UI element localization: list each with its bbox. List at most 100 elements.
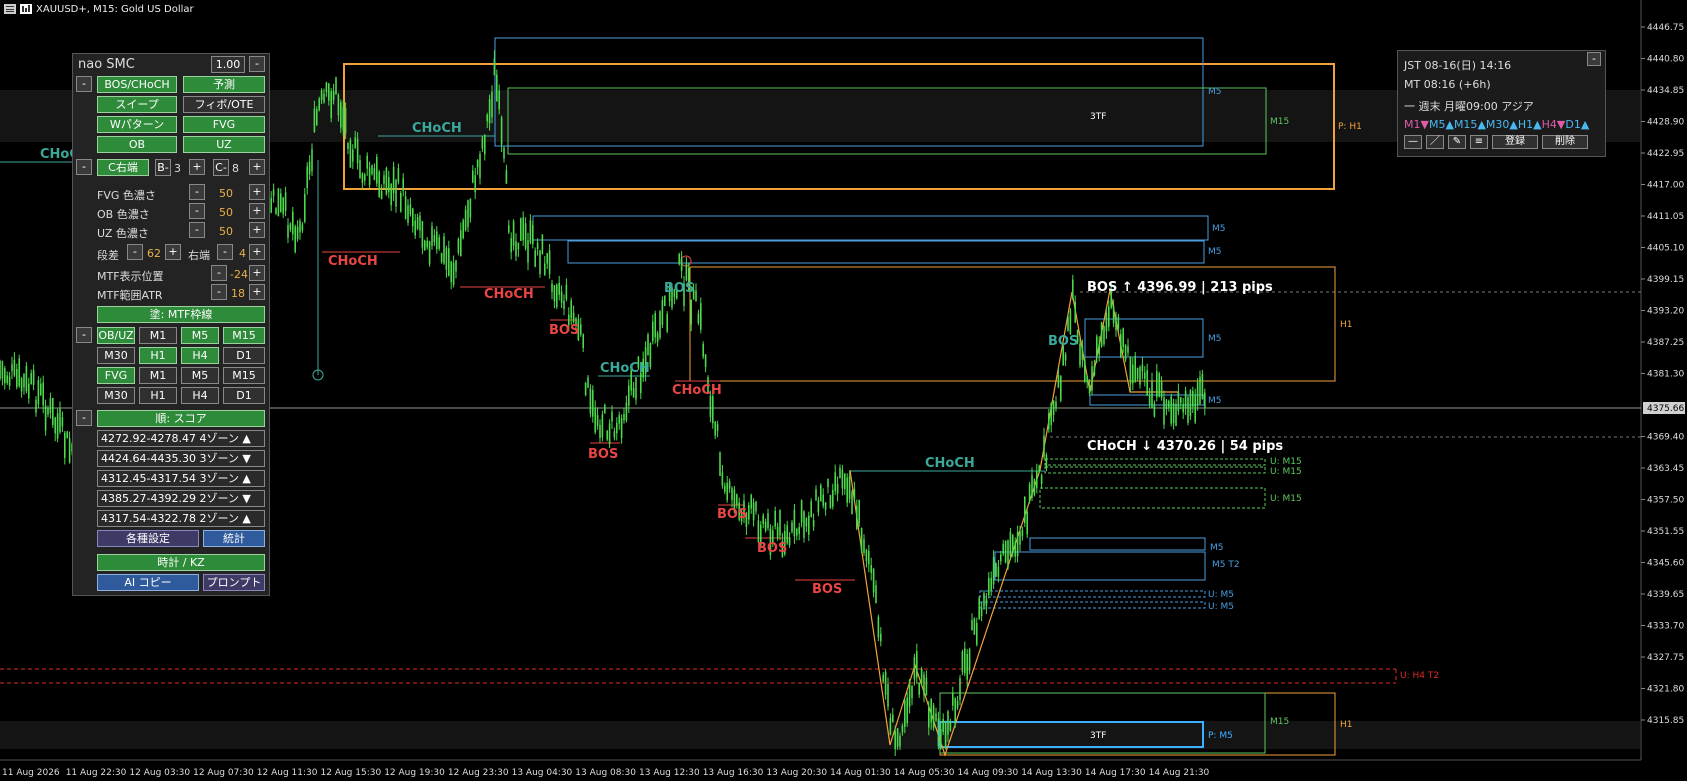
ob-button[interactable]: OB [97,136,177,153]
register-button[interactable]: 登録 [1492,135,1538,149]
candle-body [664,295,666,306]
migi-minus-button[interactable]: - [217,244,233,260]
b-minus-button[interactable]: B- [155,159,171,176]
panel-minimize-button[interactable]: - [249,56,265,72]
dansa-plus-button[interactable]: + [165,244,181,260]
time-tick-label: 13 Aug 08:30 [575,768,636,778]
score-sort-button[interactable]: 順: スコア [97,410,265,427]
prompt-button[interactable]: プロンプト [203,574,265,591]
fvg-toggle[interactable]: FVG [97,367,135,384]
candle-body [428,241,431,265]
candle-body [992,557,995,585]
obuz-toggle[interactable]: OB/UZ [97,327,135,344]
obuz-h1[interactable]: H1 [139,347,177,364]
candle-body [484,135,486,155]
candle-body [810,501,812,518]
info-minimize-button[interactable]: - [1587,52,1601,66]
m5-box-1 [532,215,1209,241]
candle-body [1038,465,1040,472]
fvg-h4[interactable]: H4 [181,387,219,404]
fvg-m1[interactable]: M1 [139,367,177,384]
mtf-position-minus-button[interactable]: - [211,265,227,281]
mtf-position-plus-button[interactable]: + [249,265,265,281]
b-plus-button[interactable]: + [189,159,205,175]
obuz-h4[interactable]: H4 [181,347,219,364]
bos-label-4: BOS [717,507,747,522]
version-box[interactable]: 1.00 [211,56,245,73]
mtf-atr-plus-button[interactable]: + [249,284,265,300]
chart-type-icon[interactable] [20,4,32,14]
zone-row[interactable]: 4312.45-4317.54 3ゾーン ▲ [97,470,265,487]
collapse-score-button[interactable]: - [76,410,92,426]
ob-plus-button[interactable]: + [249,203,265,219]
fvg-m30[interactable]: M30 [97,387,135,404]
zone-row[interactable]: 4385.27-4392.29 2ゾーン ▼ [97,490,265,507]
w-pattern-button[interactable]: Wパターン [97,116,177,133]
mtf-frame-button[interactable]: 塗: MTF枠線 [97,306,265,323]
candle-body [666,314,668,332]
migi-plus-button[interactable]: + [249,244,265,260]
candle-body [23,373,25,388]
price-tick-label: 4351.55 [1647,527,1684,537]
ai-copy-button[interactable]: AI コピー [97,574,199,591]
candle-body [491,91,493,118]
m5-label-2: M5 [1212,224,1226,234]
tf-trend-item: M1▼ [1404,118,1429,131]
candle-body [416,217,419,229]
c-minus-button[interactable]: C- [213,159,229,176]
mtf-atr-minus-button[interactable]: - [211,284,227,300]
candle-body [779,510,781,536]
collapse-c-button[interactable]: - [76,159,92,175]
fvg-minus-button[interactable]: - [189,184,205,200]
delete-button[interactable]: 削除 [1542,135,1588,149]
ob-minus-button[interactable]: - [189,203,205,219]
bos-label-3: BOS [588,447,618,462]
time-tick-label: 14 Aug 01:30 [830,768,891,778]
menu-tool-button[interactable]: ≡ [1470,135,1488,149]
candle-body [928,707,930,728]
fvg-button[interactable]: FVG [183,116,265,133]
bos-choch-button[interactable]: BOS/CHoCH [97,76,177,93]
uz-button[interactable]: UZ [183,136,265,153]
obuz-m30[interactable]: M30 [97,347,135,364]
candle-body [1019,531,1021,545]
c-plus-button[interactable]: + [249,159,265,175]
zone-row[interactable]: 4317.54-4322.78 2ゾーン ▲ [97,510,265,527]
obuz-d1[interactable]: D1 [223,347,265,364]
obuz-m1[interactable]: M1 [139,327,177,344]
fvg-plus-button[interactable]: + [249,184,265,200]
fvg-m15[interactable]: M15 [223,367,265,384]
trendline-tool-button[interactable]: ／ [1426,135,1444,149]
candle-body [1028,484,1031,502]
hline-tool-button[interactable]: — [1404,135,1422,149]
sweep-button[interactable]: スイープ [97,96,177,113]
candle-body [400,192,402,212]
stats-button[interactable]: 統計 [203,530,265,547]
zone-row[interactable]: 4424.64-4435.30 3ゾーン ▼ [97,450,265,467]
candle-body [726,483,728,501]
price-tick-label: 4422.95 [1647,149,1684,159]
price-tick-label: 4333.70 [1647,622,1684,632]
obuz-m15[interactable]: M15 [223,327,265,344]
collapse-obuz-button[interactable]: - [76,327,92,343]
dansa-minus-button[interactable]: - [127,244,143,260]
fvg-h1[interactable]: H1 [139,387,177,404]
fvg-m5[interactable]: M5 [181,367,219,384]
c-right-button[interactable]: C右端 [97,159,149,176]
candle-body [462,220,464,239]
m5-label-1: M5 [1208,87,1222,97]
pen-tool-button[interactable]: ✎ [1448,135,1466,149]
candle-body [431,226,433,246]
settings-button[interactable]: 各種設定 [97,530,199,547]
uz-minus-button[interactable]: - [189,222,205,238]
obuz-m5[interactable]: M5 [181,327,219,344]
candle-body [1069,310,1072,334]
zone-row[interactable]: 4272.92-4278.47 4ゾーン ▲ [97,430,265,447]
uz-plus-button[interactable]: + [249,222,265,238]
window-menu-icon[interactable] [4,4,16,14]
collapse-structure-button[interactable]: - [76,76,92,92]
fibo-ote-button[interactable]: フィボ/OTE [183,96,265,113]
clock-kz-button[interactable]: 時計 / KZ [97,554,265,571]
fvg-d1[interactable]: D1 [223,387,265,404]
forecast-button[interactable]: 予測 [183,76,265,93]
